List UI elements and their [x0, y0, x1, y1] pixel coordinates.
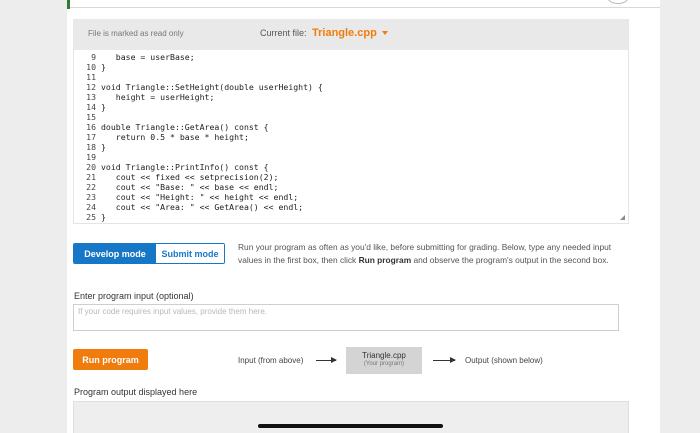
line-code: }: [101, 142, 106, 152]
code-line: 18}: [74, 142, 628, 152]
line-number: 13: [86, 92, 96, 102]
line-code: cout << "Area: " << GetArea() << endl;: [101, 202, 304, 212]
line-number: 18: [86, 142, 96, 152]
develop-mode-button[interactable]: Develop mode: [74, 244, 156, 263]
code-line: 15: [74, 112, 628, 122]
line-number: 22: [86, 182, 96, 192]
code-line: 12 void Triangle::SetHeight(double userHe…: [74, 82, 628, 92]
top-accent-bar: [67, 0, 70, 9]
mode-toggle: Develop mode Submit mode: [73, 243, 225, 264]
line-number: 19: [86, 152, 96, 162]
line-code: double Triangle::GetArea() const {: [101, 122, 269, 132]
code-line: 23 cout << "Height: " << height << endl;: [74, 192, 628, 202]
line-number: 10: [86, 62, 96, 72]
line-number: 14: [86, 102, 96, 112]
right-arrow-icon: [433, 357, 456, 363]
line-code: void Triangle::SetHeight(double userHeig…: [101, 82, 323, 92]
instructions-bold: Run program: [358, 255, 412, 265]
top-strip: [67, 0, 660, 8]
editor-header: File is marked as read only Current file…: [73, 19, 629, 50]
submit-mode-button[interactable]: Submit mode: [156, 244, 224, 263]
code-line: 19: [74, 152, 628, 162]
code-line: 13 height = userHeight;: [74, 92, 628, 102]
code-line: 14}: [74, 102, 628, 112]
left-gutter: [0, 0, 67, 433]
code-line: 11: [74, 72, 628, 82]
code-line: 24 cout << "Area: " << GetArea() << endl…: [74, 202, 628, 212]
program-box: Triangle.cpp (Your program): [346, 347, 422, 374]
current-file-dropdown[interactable]: Triangle.cpp: [312, 27, 388, 39]
code-line: 16 double Triangle::GetArea() const {: [74, 122, 628, 132]
line-number: 11: [86, 72, 96, 82]
run-program-button[interactable]: Run program: [73, 349, 148, 370]
code-line: 17 return 0.5 * base * height;: [74, 132, 628, 142]
current-file-name: Triangle.cpp: [312, 27, 377, 39]
line-number: 12: [86, 82, 96, 92]
line-code: cout << "Base: " << base << endl;: [101, 182, 279, 192]
line-code: }: [101, 212, 106, 222]
code-line: 25}: [74, 212, 628, 222]
line-number: 23: [86, 192, 96, 202]
line-number: 21: [86, 172, 96, 182]
right-gutter: [660, 0, 700, 433]
line-code: cout << fixed << setprecision(2);: [101, 172, 279, 182]
line-number: 20: [86, 162, 96, 172]
program-output-label: Program output displayed here: [74, 387, 198, 397]
line-number: 25: [86, 212, 96, 222]
line-number: 24: [86, 202, 96, 212]
program-box-title: Triangle.cpp: [362, 351, 406, 360]
home-indicator: [258, 424, 443, 428]
program-output-area: [73, 401, 629, 433]
line-number: 15: [86, 112, 96, 122]
line-code: base = userBase;: [101, 52, 195, 62]
instructions-part2: and observe the program's output in the …: [411, 255, 609, 265]
line-code: void Triangle::PrintInfo() const {: [101, 162, 269, 172]
line-code: cout << "Height: " << height << endl;: [101, 192, 299, 202]
line-number: 17: [86, 132, 96, 142]
chevron-down-icon: [381, 31, 388, 36]
program-box-subtitle: (Your program): [363, 361, 405, 367]
resize-handle-icon[interactable]: [620, 215, 625, 220]
code-line: 20 void Triangle::PrintInfo() const {: [74, 162, 628, 172]
line-number: 9: [91, 52, 96, 62]
instructions-text: Run your program as often as you'd like,…: [238, 241, 630, 267]
line-number: 16: [86, 122, 96, 132]
program-input-label: Enter program input (optional): [74, 291, 194, 301]
code-line: 22 cout << "Base: " << base << endl;: [74, 182, 628, 192]
line-code: }: [101, 62, 106, 72]
program-input-box: [73, 304, 619, 331]
line-code: height = userHeight;: [101, 92, 215, 102]
flow-input-label: Input (from above): [238, 356, 304, 365]
code-line: 9 base = userBase;: [74, 52, 628, 62]
code-line: 21 cout << fixed << setprecision(2);: [74, 172, 628, 182]
line-code: return 0.5 * base * height;: [101, 132, 249, 142]
flow-output-label: Output (shown below): [465, 356, 543, 365]
line-code: }: [101, 102, 106, 112]
program-input-field[interactable]: [78, 307, 614, 328]
code-line: 10}: [74, 62, 628, 72]
readonly-notice: File is marked as read only: [88, 29, 184, 38]
code-editor[interactable]: 9 base = userBase; 10} 11 12 void Triangle::…: [73, 50, 629, 224]
right-arrow-icon: [316, 357, 337, 363]
current-file-label: Current file:: [260, 28, 307, 38]
